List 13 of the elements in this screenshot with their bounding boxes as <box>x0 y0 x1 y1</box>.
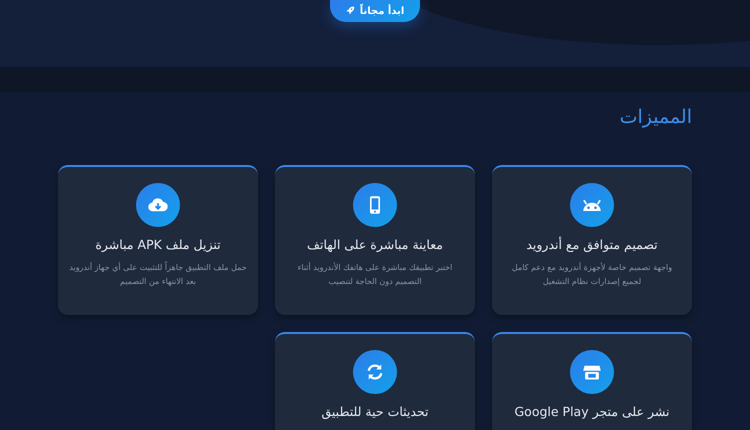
feature-description: واجهة تصميم خاصة لأجهزة أندرويد مع دعم كامل لجميع إصدارات نظام التشغيل <box>510 261 674 288</box>
feature-title: تصميم متوافق مع أندرويد <box>525 236 659 252</box>
feature-description: حمل ملف التطبيق جاهزاً للتثبيت على أي جهاز أندرويد بعد الانتهاء من التصميم <box>68 260 248 288</box>
section-title: المميزات <box>618 106 692 129</box>
feature-title: تنزيل ملف APK مباشرة <box>94 236 222 252</box>
sync-icon <box>365 362 385 382</box>
rocket-icon <box>346 6 356 16</box>
android-icon <box>582 198 602 212</box>
feature-title: نشر على متجر Google Play <box>513 404 671 419</box>
feature-description: اختبر تطبيقك مباشرة على هاتفك الأندرويد أثناء التصميم دون الحاجة لتنصيب <box>296 261 454 288</box>
feature-title: معاينة مباشرة على الهاتف <box>306 236 444 252</box>
feature-title: تحديثات حية للتطبيق <box>320 404 430 419</box>
start-free-button[interactable]: ابدأ مجاناً <box>330 0 420 22</box>
